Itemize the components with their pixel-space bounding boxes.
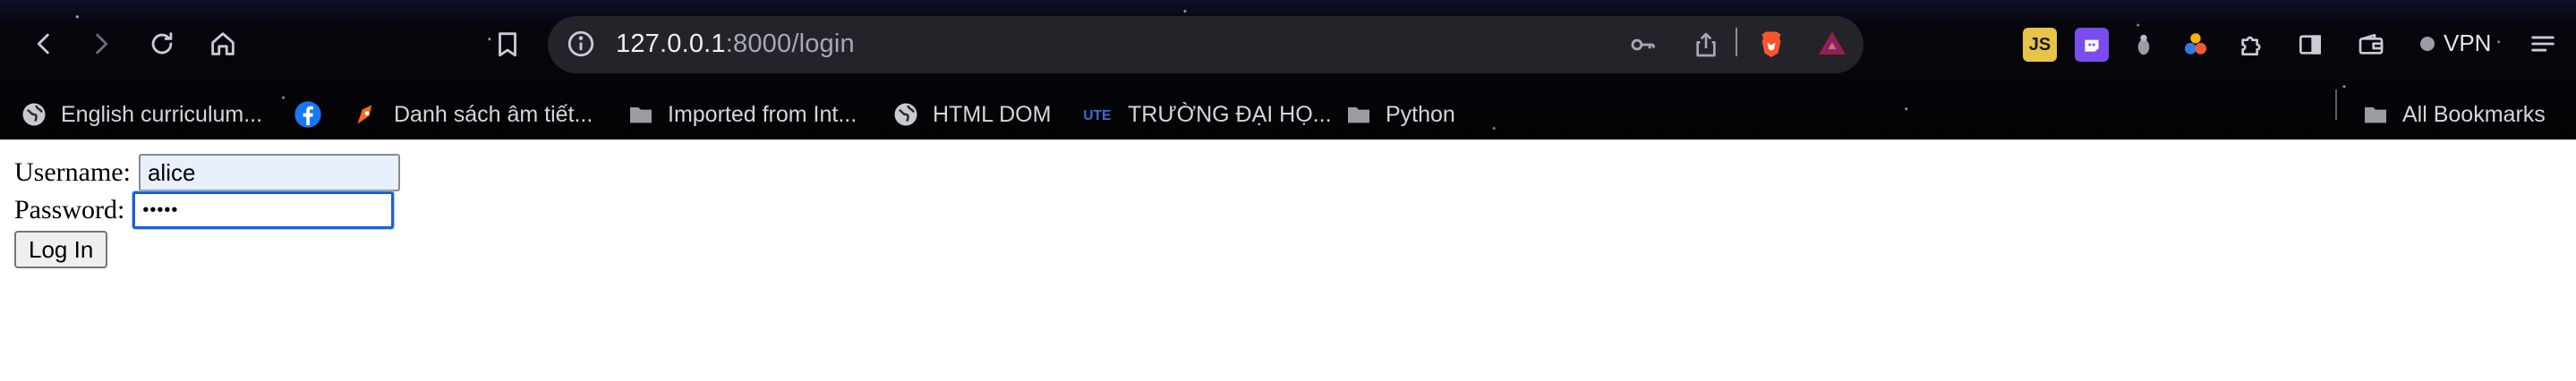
purple-extension-icon[interactable]	[2075, 28, 2109, 62]
username-row: Username:	[14, 154, 400, 191]
password-label: Password:	[14, 195, 125, 224]
vpn-label: VPN	[2444, 30, 2492, 56]
brave-rewards-triangle-icon[interactable]	[1815, 27, 1849, 61]
home-icon[interactable]	[202, 23, 243, 64]
browser-chrome: 127.0.0.1:8000/login JS VPN English curr…	[0, 0, 2576, 140]
vpn-button[interactable]: VPN	[2420, 30, 2491, 57]
bookmark-label: HTML DOM	[933, 101, 1052, 127]
back-arrow-icon[interactable]	[23, 23, 64, 64]
url-text[interactable]: 127.0.0.1:8000/login	[616, 30, 855, 59]
bookmark-label: Danh sách âm tiết...	[394, 101, 593, 127]
bookmark-label: TRƯỜNG ĐẠI HỌ...	[1128, 101, 1332, 127]
forward-arrow-icon[interactable]	[81, 23, 122, 64]
key-icon[interactable]	[1627, 29, 1659, 61]
brave-lion-icon[interactable]	[1754, 27, 1788, 61]
folder-icon	[1344, 100, 1373, 129]
globe-icon	[891, 100, 920, 129]
username-label: Username:	[14, 157, 131, 187]
password-field[interactable]	[132, 191, 395, 229]
puzzle-extensions-icon[interactable]	[2234, 28, 2268, 62]
js-extension-label: JS	[2028, 34, 2051, 55]
bookmarks-divider	[2335, 89, 2337, 120]
bookmark-icon[interactable]	[487, 23, 528, 64]
login-button[interactable]: Log In	[14, 231, 108, 268]
folder-icon	[2361, 100, 2390, 129]
hamburger-menu-icon[interactable]	[2522, 23, 2563, 64]
all-bookmarks-folder[interactable]: All Bookmarks	[2361, 98, 2546, 131]
info-icon[interactable]	[566, 29, 596, 59]
bookmarks-bar: English curriculum... Danh sách âm tiết.…	[0, 89, 2576, 140]
bookmark-label: Python	[1386, 101, 1455, 127]
js-extension-icon[interactable]: JS	[2023, 28, 2057, 62]
bookmark-label: Imported from Int...	[668, 101, 857, 127]
svg-text:UTE: UTE	[1083, 108, 1111, 123]
url-host: 127.0.0.1	[616, 30, 726, 58]
reload-icon[interactable]	[141, 23, 183, 64]
bookmark-item-english-curriculum[interactable]: English curriculum...	[20, 98, 262, 131]
username-field[interactable]	[138, 154, 400, 191]
ute-logo-icon: UTE	[1081, 100, 1115, 129]
sidebar-icon[interactable]	[2293, 28, 2327, 62]
url-path: :8000/login	[725, 30, 855, 58]
all-bookmarks-label: All Bookmarks	[2402, 101, 2546, 127]
bookmark-folder-python[interactable]: Python	[1344, 98, 1455, 131]
bookmark-label: English curriculum...	[61, 101, 263, 127]
bookmark-item-html-dom[interactable]: HTML DOM	[891, 98, 1051, 131]
password-row: Password:	[14, 191, 395, 229]
bookmark-item-facebook[interactable]	[294, 98, 335, 131]
pen-tool-icon	[353, 100, 381, 129]
wallet-icon[interactable]	[2354, 28, 2388, 62]
globe-icon	[20, 100, 48, 129]
address-bar[interactable]: 127.0.0.1:8000/login	[548, 16, 1864, 73]
omnibox-separator	[1736, 28, 1737, 56]
facebook-icon	[294, 100, 322, 129]
share-icon[interactable]	[1690, 29, 1722, 61]
vpn-status-dot	[2420, 36, 2435, 51]
folder-icon	[627, 100, 655, 129]
bookmark-item-truong-dai-hoc[interactable]: UTE TRƯỜNG ĐẠI HỌ...	[1081, 98, 1332, 131]
bookmark-folder-imported[interactable]: Imported from Int...	[627, 98, 857, 131]
bookmark-item-danh-sach-am-tiet[interactable]: Danh sách âm tiết...	[353, 98, 593, 131]
bug-extension-icon[interactable]	[2127, 28, 2161, 62]
login-page: Username: Password: Log In	[0, 140, 2576, 381]
colorful-dots-extension-icon[interactable]	[2179, 28, 2213, 62]
browser-toolbar: 127.0.0.1:8000/login JS VPN	[0, 0, 2576, 89]
